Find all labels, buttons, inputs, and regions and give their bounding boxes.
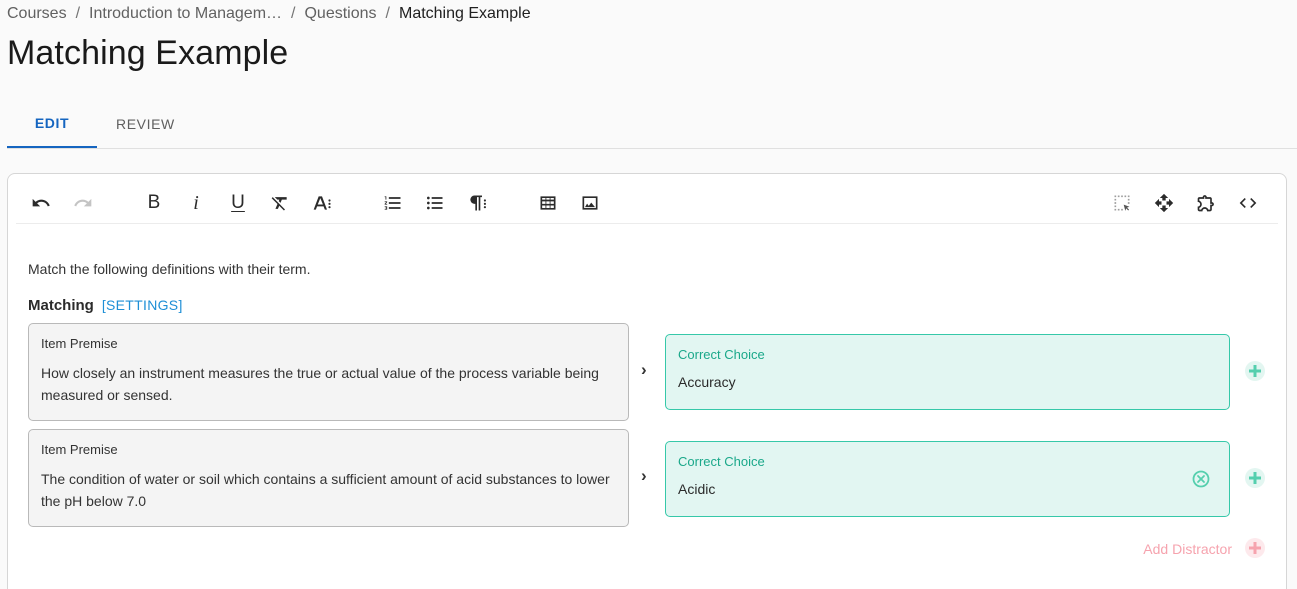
tab-bar: EDIT REVIEW: [7, 100, 175, 148]
insert-table-button[interactable]: [531, 186, 565, 220]
breadcrumb-courses[interactable]: Courses: [7, 5, 67, 23]
bulleted-list-icon: [427, 196, 443, 210]
clear-format-icon: [271, 197, 287, 211]
breadcrumb-separator: /: [385, 5, 390, 22]
image-icon: [582, 196, 598, 210]
table-icon: [540, 196, 556, 210]
puzzle-icon: [1197, 195, 1214, 212]
undo-button[interactable]: [24, 186, 58, 220]
plus-icon: [1249, 365, 1261, 377]
correct-choice-value[interactable]: Acidic: [678, 481, 1217, 497]
item-premise-label: Item Premise: [41, 442, 118, 457]
tabs-divider: [7, 148, 1297, 149]
font-size-icon: [313, 196, 331, 210]
bold-icon: B: [147, 192, 161, 213]
bulleted-list-button[interactable]: [418, 186, 452, 220]
remove-choice-icon[interactable]: [1191, 469, 1211, 489]
plus-icon: [1249, 542, 1261, 554]
item-premise[interactable]: Item Premise How closely an instrument m…: [28, 323, 629, 421]
plus-icon: [1249, 472, 1261, 484]
paragraph-icon: [470, 195, 486, 211]
tab-review[interactable]: REVIEW: [97, 100, 175, 148]
source-code-button[interactable]: [1231, 186, 1265, 220]
move-button[interactable]: [1147, 186, 1181, 220]
move-icon: [1154, 193, 1174, 213]
redo-button[interactable]: [66, 186, 100, 220]
matching-title: Matching: [28, 297, 94, 314]
breadcrumb-separator: /: [291, 5, 296, 22]
redo-icon: [74, 198, 92, 207]
select-all-button[interactable]: [1105, 186, 1139, 220]
correct-choice-label: Correct Choice: [678, 347, 765, 362]
tab-edit[interactable]: EDIT: [7, 100, 97, 148]
breadcrumb: Courses / Introduction to Managem… / Que…: [7, 4, 531, 24]
chevron-right-icon: ›: [641, 360, 647, 379]
editor-toolbar: B i U: [16, 182, 1278, 224]
item-premise-text[interactable]: How closely an instrument measures the t…: [41, 362, 616, 406]
breadcrumb-questions[interactable]: Questions: [304, 5, 376, 23]
code-icon: [1239, 198, 1257, 208]
add-distractor-button[interactable]: [1245, 538, 1265, 558]
add-choice-button[interactable]: [1245, 361, 1265, 381]
correct-choice[interactable]: Correct Choice Acidic: [665, 441, 1230, 517]
breadcrumb-current: Matching Example: [398, 5, 531, 22]
underline-icon: U: [231, 192, 245, 213]
item-premise-text[interactable]: The condition of water or soil which con…: [41, 468, 616, 512]
extension-button[interactable]: [1189, 186, 1223, 220]
font-size-button[interactable]: [305, 186, 339, 220]
page-title: Matching Example: [7, 34, 289, 72]
ordered-list-button[interactable]: [376, 186, 410, 220]
bold-button[interactable]: B: [137, 186, 171, 220]
italic-button[interactable]: i: [179, 186, 213, 220]
item-premise[interactable]: Item Premise The condition of water or s…: [28, 429, 629, 527]
settings-link[interactable]: [SETTINGS]: [102, 297, 183, 313]
correct-choice[interactable]: Correct Choice Accuracy: [665, 334, 1230, 410]
clear-format-button[interactable]: [263, 186, 297, 220]
correct-choice-label: Correct Choice: [678, 454, 765, 469]
insert-image-button[interactable]: [573, 186, 607, 220]
breadcrumb-separator: /: [75, 5, 81, 22]
add-choice-button[interactable]: [1245, 468, 1265, 488]
italic-icon: i: [193, 191, 199, 214]
ordered-list-icon: [384, 196, 401, 210]
underline-button[interactable]: U: [221, 186, 255, 220]
undo-icon: [32, 198, 50, 207]
question-editor: B i U Match the following definitions wi…: [7, 173, 1287, 589]
breadcrumb-course[interactable]: Introduction to Managem…: [89, 5, 282, 23]
correct-choice-value[interactable]: Accuracy: [678, 374, 1217, 390]
question-instructions[interactable]: Match the following definitions with the…: [28, 261, 310, 277]
select-all-icon: [1114, 195, 1130, 211]
chevron-right-icon: ›: [641, 466, 647, 485]
add-distractor-label[interactable]: Add Distractor: [1143, 541, 1232, 557]
paragraph-format-button[interactable]: [460, 186, 494, 220]
item-premise-label: Item Premise: [41, 336, 118, 351]
matching-header: Matching [SETTINGS]: [28, 297, 183, 314]
